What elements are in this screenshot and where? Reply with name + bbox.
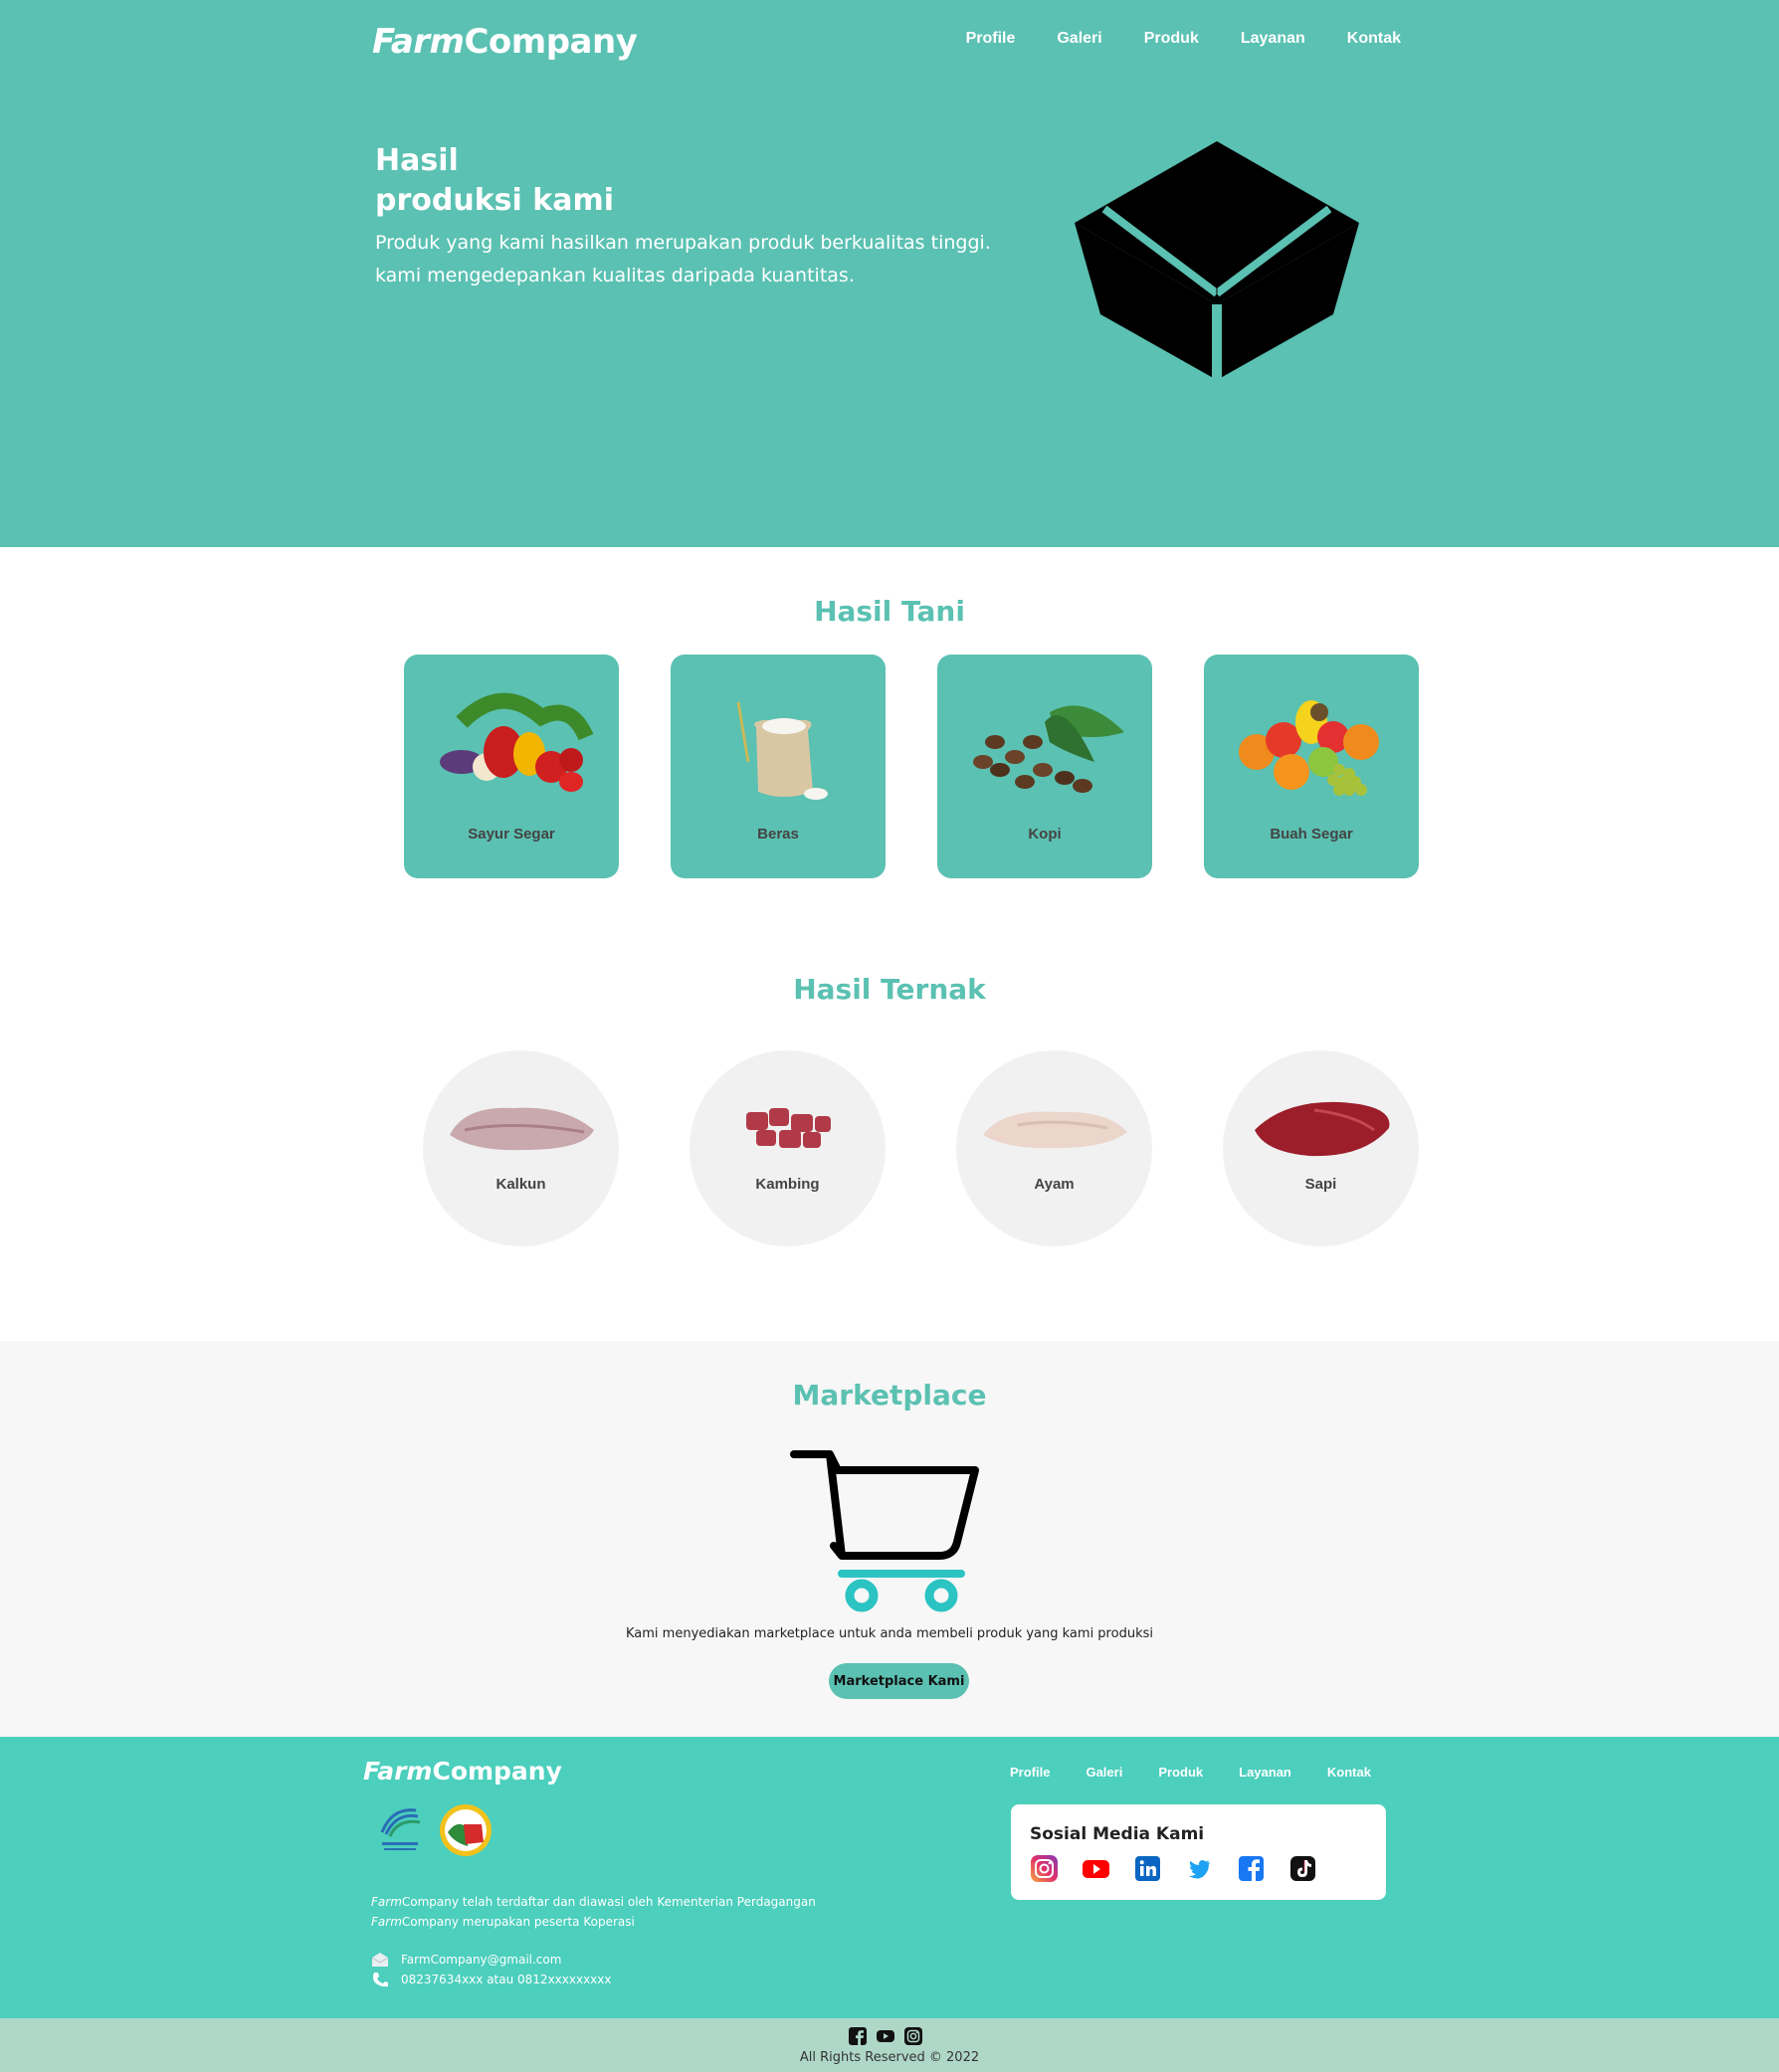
rice-sack-image bbox=[736, 701, 828, 800]
footer-nav-profile[interactable]: Profile bbox=[1010, 1765, 1050, 1780]
turkey-meat-image bbox=[450, 1107, 594, 1151]
product-card-kopi[interactable]: Kopi bbox=[937, 655, 1152, 878]
product-circle-ayam[interactable]: Ayam bbox=[956, 1050, 1152, 1246]
hasil-ternak-title: Hasil Ternak bbox=[793, 973, 986, 1006]
hasil-ternak-list: Kalkun Kambing Ayam Sapi bbox=[423, 1050, 1419, 1246]
youtube-icon[interactable] bbox=[1082, 1854, 1110, 1883]
twitter-icon[interactable] bbox=[1185, 1854, 1214, 1883]
instagram-icon[interactable] bbox=[904, 2027, 922, 2045]
koperasi-logo bbox=[440, 1804, 492, 1856]
main-nav: Profile Galeri Produk Layanan Kontak bbox=[966, 30, 1401, 48]
footer-nav-galeri[interactable]: Galeri bbox=[1086, 1765, 1122, 1780]
social-media-card: Sosial Media Kami bbox=[1011, 1804, 1386, 1900]
footer-email[interactable]: FarmCompany@gmail.com bbox=[401, 1950, 561, 1970]
bottom-social-icons bbox=[849, 2027, 922, 2045]
product-card-sayur-segar[interactable]: Sayur Segar bbox=[404, 655, 619, 878]
brand-logo[interactable]: FarmCompany bbox=[372, 22, 638, 62]
marketplace-title: Marketplace bbox=[792, 1379, 987, 1412]
footer-phone: 08237634xxx atau 0812xxxxxxxxx bbox=[401, 1973, 612, 1986]
footer: FarmCompany FarmCompany telah terdaftar … bbox=[0, 1737, 1779, 2018]
shopping-cart-icon bbox=[790, 1450, 979, 1612]
copyright: All Rights Reserved © 2022 bbox=[799, 2050, 980, 2065]
footer-legal: FarmCompany telah terdaftar dan diawasi … bbox=[371, 1895, 816, 1929]
nav-profile[interactable]: Profile bbox=[966, 30, 1016, 48]
hasil-tani-list: Sayur Segar Beras Kopi Buah Segar bbox=[404, 655, 1419, 878]
product-circle-kalkun[interactable]: Kalkun bbox=[423, 1050, 619, 1246]
box-icon bbox=[1075, 141, 1359, 380]
nav-produk[interactable]: Produk bbox=[1144, 30, 1199, 48]
product-circle-sapi[interactable]: Sapi bbox=[1223, 1050, 1419, 1246]
nav-galeri[interactable]: Galeri bbox=[1057, 30, 1101, 48]
footer-emblems bbox=[372, 1802, 494, 1858]
marketplace-button[interactable]: Marketplace Kami bbox=[829, 1663, 969, 1699]
social-media-title: Sosial Media Kami bbox=[1030, 1824, 1205, 1844]
footer-nav-layanan[interactable]: Layanan bbox=[1239, 1765, 1291, 1780]
social-icons bbox=[1030, 1854, 1317, 1883]
phone-icon bbox=[373, 1973, 388, 1987]
product-card-beras[interactable]: Beras bbox=[671, 655, 886, 878]
hero-title: Hasil produksi kami bbox=[375, 143, 614, 218]
vegetables-image bbox=[440, 692, 594, 792]
instagram-icon[interactable] bbox=[1030, 1854, 1059, 1883]
hero-section: FarmCompany Profile Galeri Produk Layana… bbox=[0, 0, 1779, 547]
goat-meat-image bbox=[746, 1108, 831, 1148]
footer-nav-produk[interactable]: Produk bbox=[1158, 1765, 1203, 1780]
footer-nav-kontak[interactable]: Kontak bbox=[1327, 1765, 1371, 1780]
marketplace-description: Kami menyediakan marketplace untuk anda … bbox=[626, 1626, 1153, 1641]
hasil-tani-title: Hasil Tani bbox=[814, 595, 965, 628]
linkedin-icon[interactable] bbox=[1133, 1854, 1162, 1883]
email-icon bbox=[371, 1953, 389, 1967]
nav-kontak[interactable]: Kontak bbox=[1347, 30, 1401, 48]
facebook-icon[interactable] bbox=[849, 2027, 867, 2045]
footer-brand-logo[interactable]: FarmCompany bbox=[363, 1757, 562, 1786]
tiktok-icon[interactable] bbox=[1288, 1854, 1317, 1883]
nav-layanan[interactable]: Layanan bbox=[1241, 30, 1305, 48]
footer-nav: Profile Galeri Produk Layanan Kontak bbox=[1010, 1765, 1371, 1780]
beef-image bbox=[1255, 1101, 1390, 1157]
hero-description: Produk yang kami hasilkan merupakan prod… bbox=[375, 232, 991, 286]
kementerian-perdagangan-logo bbox=[380, 1808, 421, 1850]
fruits-image bbox=[1239, 700, 1379, 796]
product-card-buah-segar[interactable]: Buah Segar bbox=[1204, 655, 1419, 878]
bottom-bar: All Rights Reserved © 2022 bbox=[0, 2018, 1779, 2072]
product-circle-kambing[interactable]: Kambing bbox=[690, 1050, 886, 1246]
facebook-icon[interactable] bbox=[1237, 1854, 1266, 1883]
youtube-icon[interactable] bbox=[877, 2027, 894, 2045]
chicken-meat-image bbox=[983, 1111, 1127, 1149]
footer-contact: FarmCompany@gmail.com 08237634xxx atau 0… bbox=[371, 1950, 611, 1989]
coffee-beans-image bbox=[973, 705, 1124, 793]
marketplace-section: Marketplace Kami menyediakan marketplace… bbox=[0, 1341, 1779, 1737]
